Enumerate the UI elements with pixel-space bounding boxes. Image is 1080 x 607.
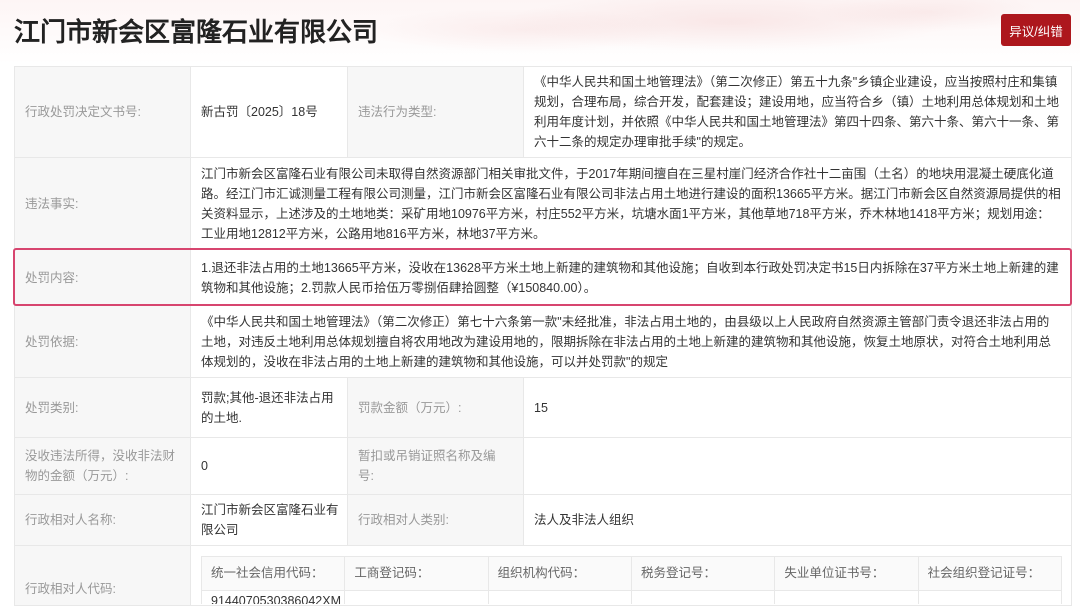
penalty-detail-table: 行政处罚决定文书号: 新古罚〔2025〕18号 违法行为类型: 《中华人民共和国… (14, 66, 1072, 606)
objection-correction-button[interactable]: 异议/纠错 (1001, 14, 1071, 46)
party-code-table: 统一社会信用代码： 工商登记码： 组织机构代码： 税务登记号： 失业单位证书号：… (201, 556, 1062, 604)
penalty-content-value: 1.退还非法占用的土地13665平方米，没收在13628平方米土地上新建的建筑物… (190, 249, 1072, 306)
violation-facts-label: 违法事实: (14, 157, 191, 250)
violation-type-label: 违法行为类型: (347, 66, 524, 158)
penalty-basis-label: 处罚依据: (14, 305, 191, 378)
table-row: 处罚依据: 《中华人民共和国土地管理法》（第二次修正）第七十六条第一款"未经批准… (14, 305, 1072, 378)
confiscation-amount-label: 没收违法所得，没收非法财物的金额（万元）: (14, 437, 191, 495)
org-code-value (489, 591, 632, 604)
party-type-value: 法人及非法人组织 (523, 494, 1072, 546)
penalty-content-label: 处罚内容: (14, 249, 191, 306)
table-row: 处罚类别: 罚款;其他-退还非法占用的土地. 罚款金额（万元）: 15 (14, 377, 1072, 438)
credit-code-header: 统一社会信用代码： (202, 557, 346, 590)
violation-type-value: 《中华人民共和国土地管理法》（第二次修正）第五十九条"乡镇企业建设，应当按照村庄… (523, 66, 1072, 158)
license-revoked-value (523, 437, 1072, 495)
decision-no-value: 新古罚〔2025〕18号 (190, 66, 348, 158)
social-org-reg-header: 社会组织登记证号： (918, 557, 1061, 590)
license-revoked-label: 暂扣或吊销证照名称及编号: (347, 437, 524, 495)
page-title: 江门市新会区富隆石业有限公司 (14, 17, 379, 47)
institution-cert-value (775, 591, 919, 604)
table-row: 行政相对人名称: 江门市新会区富隆石业有限公司 行政相对人类别: 法人及非法人组… (14, 494, 1072, 546)
party-name-value: 江门市新会区富隆石业有限公司 (190, 494, 348, 546)
table-row: 行政处罚决定文书号: 新古罚〔2025〕18号 违法行为类型: 《中华人民共和国… (14, 66, 1072, 158)
confiscation-amount-value: 0 (190, 437, 348, 495)
org-code-header: 组织机构代码： (488, 557, 632, 590)
fine-amount-value: 15 (523, 377, 1072, 438)
penalty-category-label: 处罚类别: (14, 377, 191, 438)
business-reg-value (345, 591, 489, 604)
business-reg-header: 工商登记码： (345, 557, 489, 590)
decision-no-label: 行政处罚决定文书号: (14, 66, 191, 158)
party-code-header-row: 统一社会信用代码： 工商登记码： 组织机构代码： 税务登记号： 失业单位证书号：… (202, 557, 1061, 590)
penalty-basis-value: 《中华人民共和国土地管理法》（第二次修正）第七十六条第一款"未经批准，非法占用土… (190, 305, 1072, 378)
table-row: 违法事实: 江门市新会区富隆石业有限公司未取得自然资源部门相关审批文件，于201… (14, 157, 1072, 250)
page: 江门市新会区富隆石业有限公司 异议/纠错 行政处罚决定文书号: 新古罚〔2025… (0, 0, 1080, 607)
party-code-label: 行政相对人代码: (14, 545, 191, 606)
tax-reg-value (632, 591, 776, 604)
table-row: 行政相对人代码: 统一社会信用代码： 工商登记码： 组织机构代码： 税务登记号：… (14, 545, 1072, 606)
party-name-label: 行政相对人名称: (14, 494, 191, 546)
party-code-value-row: 9144070530386042XM (202, 590, 1061, 604)
penalty-category-value: 罚款;其他-退还非法占用的土地. (190, 377, 348, 438)
fine-amount-label: 罚款金额（万元）: (347, 377, 524, 438)
institution-cert-header: 失业单位证书号： (775, 557, 919, 590)
party-type-label: 行政相对人类别: (347, 494, 524, 546)
table-row-highlighted: 处罚内容: 1.退还非法占用的土地13665平方米，没收在13628平方米土地上… (14, 249, 1072, 306)
violation-facts-value: 江门市新会区富隆石业有限公司未取得自然资源部门相关审批文件，于2017年期间擅自… (190, 157, 1072, 250)
table-row: 没收违法所得，没收非法财物的金额（万元）: 0 暂扣或吊销证照名称及编号: (14, 437, 1072, 495)
social-org-reg-value (919, 591, 1061, 604)
tax-reg-header: 税务登记号： (631, 557, 776, 590)
party-code-cell: 统一社会信用代码： 工商登记码： 组织机构代码： 税务登记号： 失业单位证书号：… (190, 545, 1072, 606)
credit-code-value: 9144070530386042XM (202, 591, 346, 604)
